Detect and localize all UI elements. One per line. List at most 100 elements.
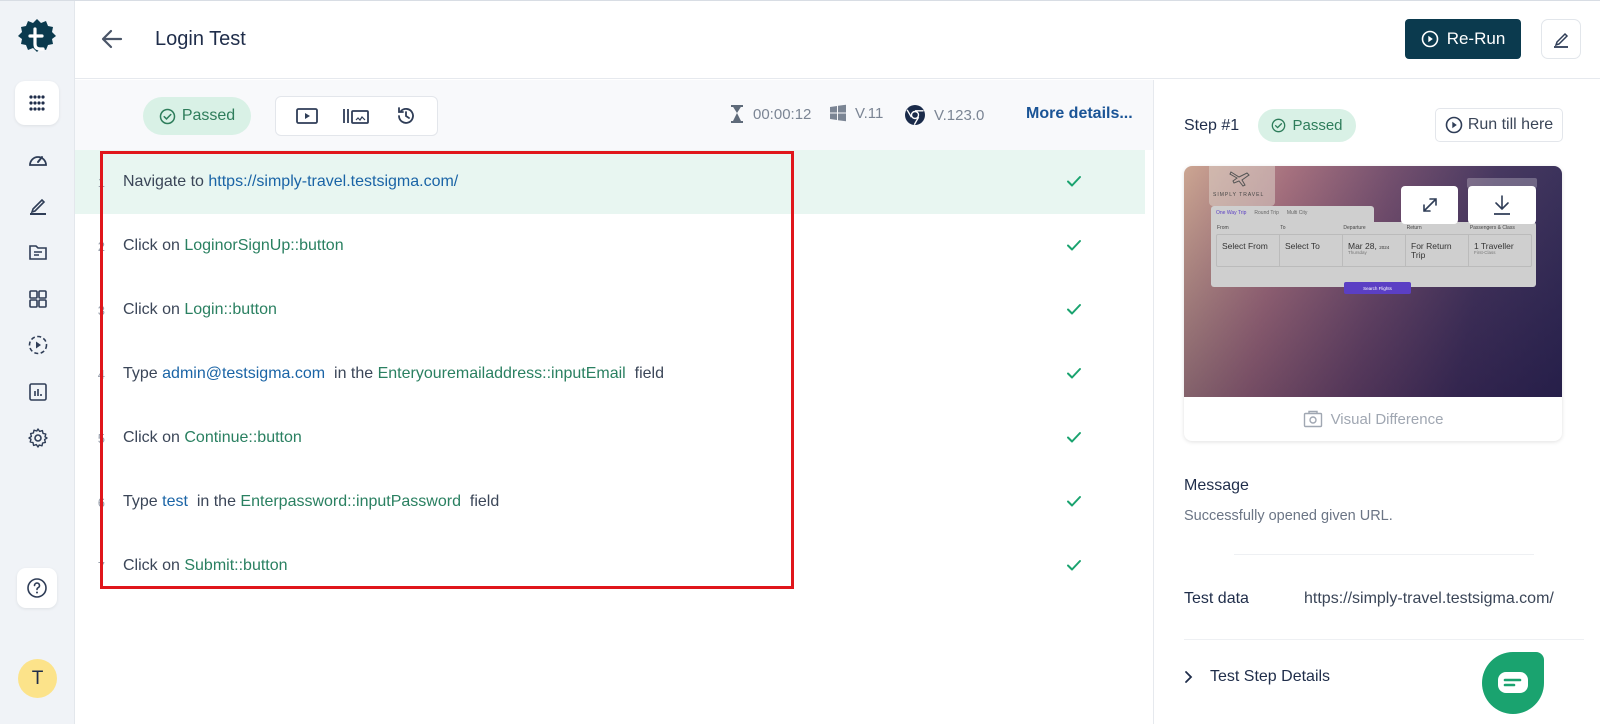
rerun-button[interactable]: Re-Run [1405,19,1521,59]
step-passed-check-icon [1067,560,1081,571]
test-step-row[interactable]: 3 Click on Login::button [75,278,1145,342]
visual-difference-button[interactable]: Visual Difference [1184,397,1562,441]
page-title: Login Test [155,28,246,50]
step-test-data[interactable]: test [162,493,188,510]
screenshot-search-form: From To Departure Return Passengers & Cl… [1211,222,1536,287]
step-description: Click on LoginorSignUp::button [123,237,344,255]
browser-version: V.123.0 [934,106,985,124]
speedometer-icon [29,156,47,166]
step-status-label: Passed [1292,117,1343,134]
run-till-here-button[interactable]: Run till here [1435,108,1563,142]
step-description: Click on Login::button [123,301,277,319]
step-action-text: Click on [123,301,185,318]
edit-test-button[interactable] [1541,19,1581,59]
step-action-text: in the [329,365,378,382]
test-step-row[interactable]: 4 Type admin@testsigma.com in the Enteryo… [75,342,1145,406]
test-step-details-toggle[interactable]: Test Step Details [1184,668,1330,686]
step-action-text: Type [123,365,163,382]
message-heading: Message [1184,477,1249,494]
history-button[interactable] [388,101,424,131]
nav-dashboard[interactable] [26,147,50,171]
chat-support-button[interactable] [1482,652,1544,714]
pencil-icon [30,198,46,215]
screenshot-search-button: Search Flights [1344,282,1411,294]
step-element-name[interactable]: Enteryouremailaddress::inputEmail [378,365,626,382]
step-element-name[interactable]: Enterpassword::inputPassword [240,493,461,510]
screenshot-brand-name: SIMPLY TRAVEL [1213,192,1265,198]
field-label: Passengers & Class [1469,225,1515,231]
step-action-text: in the [192,493,241,510]
expand-icon [1422,198,1437,212]
folder-icon [29,245,47,260]
user-avatar[interactable]: T [18,659,57,698]
screenshot-brand-logo: SIMPLY TRAVEL [1209,166,1275,206]
help-button[interactable] [17,568,57,608]
nav-create-tests[interactable] [26,194,50,218]
step-element-name[interactable]: LoginorSignUp::button [184,237,343,254]
step-passed-check-icon [1067,432,1081,443]
trip-tab: Multi City [1286,210,1308,216]
step-number: 4 [97,366,105,382]
back-button[interactable] [99,26,125,52]
download-screenshot-button[interactable] [1468,186,1536,224]
testsigma-logo[interactable] [16,18,58,60]
check-circle-icon [159,108,176,124]
step-action-text: field [630,365,664,382]
departure-day: Thursday [1348,249,1367,255]
test-step-row[interactable]: 1 Navigate to https://simply-travel.tests… [75,150,1145,214]
departure-field: Mar 28, 2024 Thursday [1343,235,1406,266]
test-data-value: https://simply-travel.testsigma.com/ [1304,590,1554,607]
field-label: Departure [1343,225,1366,231]
step-status-badge: Passed [1258,109,1356,142]
passengers-field: 1 Traveller First-Class [1469,235,1531,266]
screenshot-trip-tabs: One Way Trip Round Trip Multi City [1211,206,1374,222]
nav-reports[interactable] [26,380,50,404]
nav-settings[interactable] [26,426,50,450]
field-label: Return [1406,225,1422,231]
step-description: Click on Continue::button [123,429,302,447]
step-number: 2 [97,238,105,254]
rerun-label: Re-Run [1446,29,1506,48]
expand-screenshot-button[interactable] [1401,186,1458,224]
app-root: T Login Test Re-Run Passed 00:00:12 V.11… [0,0,1600,724]
nav-runs[interactable] [26,333,50,357]
test-step-row[interactable]: 6 Type test in the Enterpassword::inputPa… [75,470,1145,534]
apps-grid-button[interactable] [15,81,59,125]
step-description: Click on Submit::button [123,557,288,575]
step-screenshot[interactable]: SIMPLY TRAVEL One Way Trip Round Trip Mu… [1184,166,1562,397]
test-step-row[interactable]: 5 Click on Continue::button [75,406,1145,470]
step-test-data[interactable]: https://simply-travel.testsigma.com/ [208,173,458,190]
grid-icon [29,290,47,308]
bar-chart-icon [29,383,47,401]
step-element-name[interactable]: Login::button [184,301,277,318]
logo-icon [18,19,56,52]
screenshot-view-button[interactable] [338,101,374,131]
view-mode-group [275,96,438,136]
step-element-name[interactable]: Continue::button [184,429,301,446]
nav-test-suites[interactable] [26,287,50,311]
video-view-button[interactable] [289,101,325,131]
more-details-link[interactable]: More details... [1026,105,1133,123]
step-test-data[interactable]: admin@testsigma.com [162,365,325,382]
visual-difference-label: Visual Difference [1330,410,1444,428]
trip-tab: One Way Trip [1216,210,1247,216]
browser-info: V.123.0 [904,104,984,126]
step-passed-check-icon [1067,240,1081,251]
return-field: For Return Trip [1406,235,1469,266]
step-element-name[interactable]: Submit::button [184,557,287,574]
step-number: 1 [97,174,105,190]
result-toolbar: Passed 00:00:12 V.11 V.123.0 More detail… [75,80,1153,150]
screenshots-icon [343,109,370,124]
test-step-row[interactable]: 2 Click on LoginorSignUp::button [75,214,1145,278]
pencil-icon [1554,32,1569,48]
screenshot-fields: Select From Select To Mar 28, 2024 Thursd… [1216,234,1532,267]
step-passed-check-icon [1067,304,1081,315]
status-label: Passed [181,107,236,124]
test-step-row[interactable]: 7 Click on Submit::button [75,534,1145,598]
nav-test-files[interactable] [26,240,50,264]
os-info: V.11 [829,104,883,122]
duration-value: 00:00:12 [753,105,812,123]
step-action-text: Navigate to [123,173,209,190]
test-result-main: Passed 00:00:12 V.11 V.123.0 More detail… [75,80,1153,724]
step-number: 3 [97,302,105,318]
